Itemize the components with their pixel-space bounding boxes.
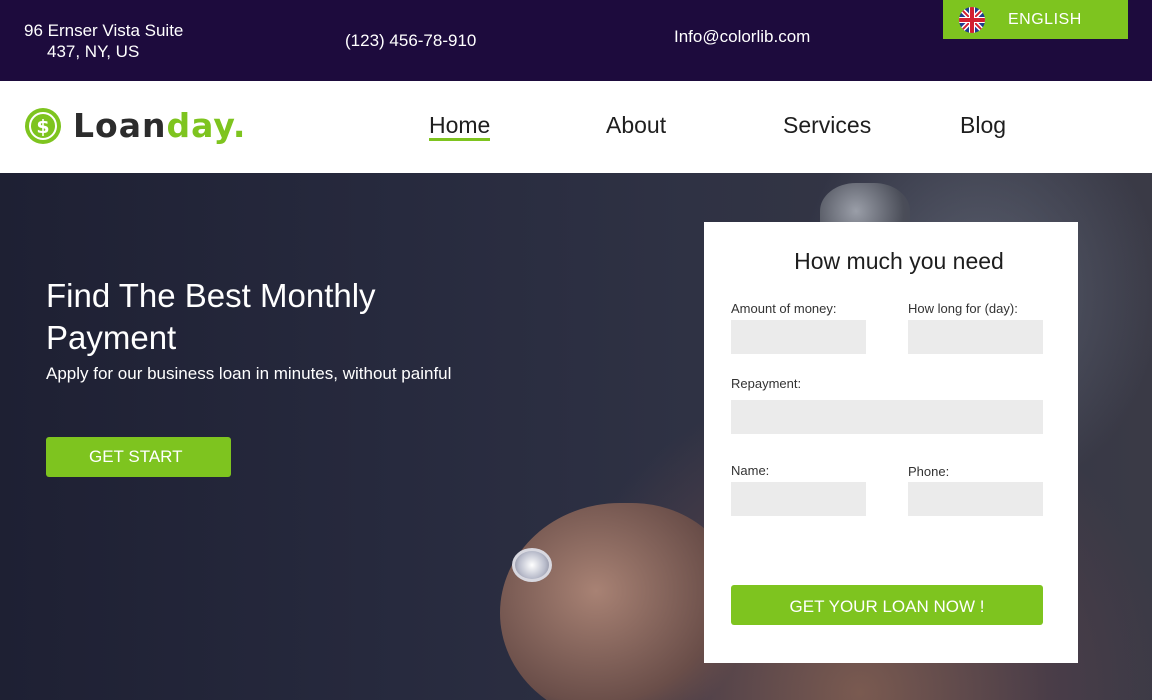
- name-input[interactable]: [731, 482, 866, 516]
- duration-label: How long for (day):: [908, 301, 1018, 316]
- nav-blog[interactable]: Blog: [960, 112, 1006, 139]
- hero-subtitle: Apply for our business loan in minutes, …: [46, 364, 452, 383]
- site-logo[interactable]: $ Loanday.: [24, 106, 246, 145]
- logo-text-part1: Loan: [73, 106, 167, 145]
- language-selector[interactable]: ENGLISH: [943, 0, 1128, 39]
- svg-text:$: $: [36, 116, 49, 138]
- repayment-input[interactable]: [731, 400, 1043, 434]
- dollar-coin-icon: $: [25, 107, 61, 144]
- phone-number[interactable]: (123) 456-78-910: [345, 31, 476, 51]
- address: 96 Ernser Vista Suite 437, NY, US: [24, 20, 183, 62]
- hero-photo-ring: [512, 548, 552, 582]
- language-label: ENGLISH: [1008, 10, 1082, 28]
- amount-label: Amount of money:: [731, 301, 837, 316]
- address-line-1: 96 Ernser Vista Suite: [24, 21, 184, 40]
- repayment-label: Repayment:: [731, 376, 802, 391]
- get-start-button[interactable]: GET START: [46, 437, 231, 477]
- loan-form: How much you need Amount of money: How l…: [704, 222, 1078, 663]
- address-line-2: 437, NY, US: [47, 42, 140, 61]
- uk-flag-icon: [959, 6, 985, 33]
- nav-about[interactable]: About: [606, 112, 666, 139]
- name-label: Name:: [731, 463, 770, 478]
- top-info-bar: 96 Ernser Vista Suite 437, NY, US (123) …: [0, 0, 1152, 81]
- duration-input[interactable]: [908, 320, 1043, 354]
- phone-input[interactable]: [908, 482, 1043, 516]
- email-address[interactable]: Info@colorlib.com: [674, 27, 810, 47]
- amount-input[interactable]: [731, 320, 866, 354]
- nav-home[interactable]: Home: [429, 112, 491, 141]
- logo-text: Loanday.: [73, 106, 246, 145]
- get-loan-button[interactable]: GET YOUR LOAN NOW !: [731, 585, 1043, 625]
- loan-form-title: How much you need: [794, 248, 1004, 274]
- hero-title: Find The Best Monthly Payment: [46, 277, 376, 356]
- logo-text-part2: day.: [166, 106, 247, 145]
- nav-services[interactable]: Services: [783, 112, 871, 139]
- main-navbar: $ Loanday. Home About Services Blog: [0, 81, 1152, 173]
- phone-label: Phone:: [908, 464, 950, 479]
